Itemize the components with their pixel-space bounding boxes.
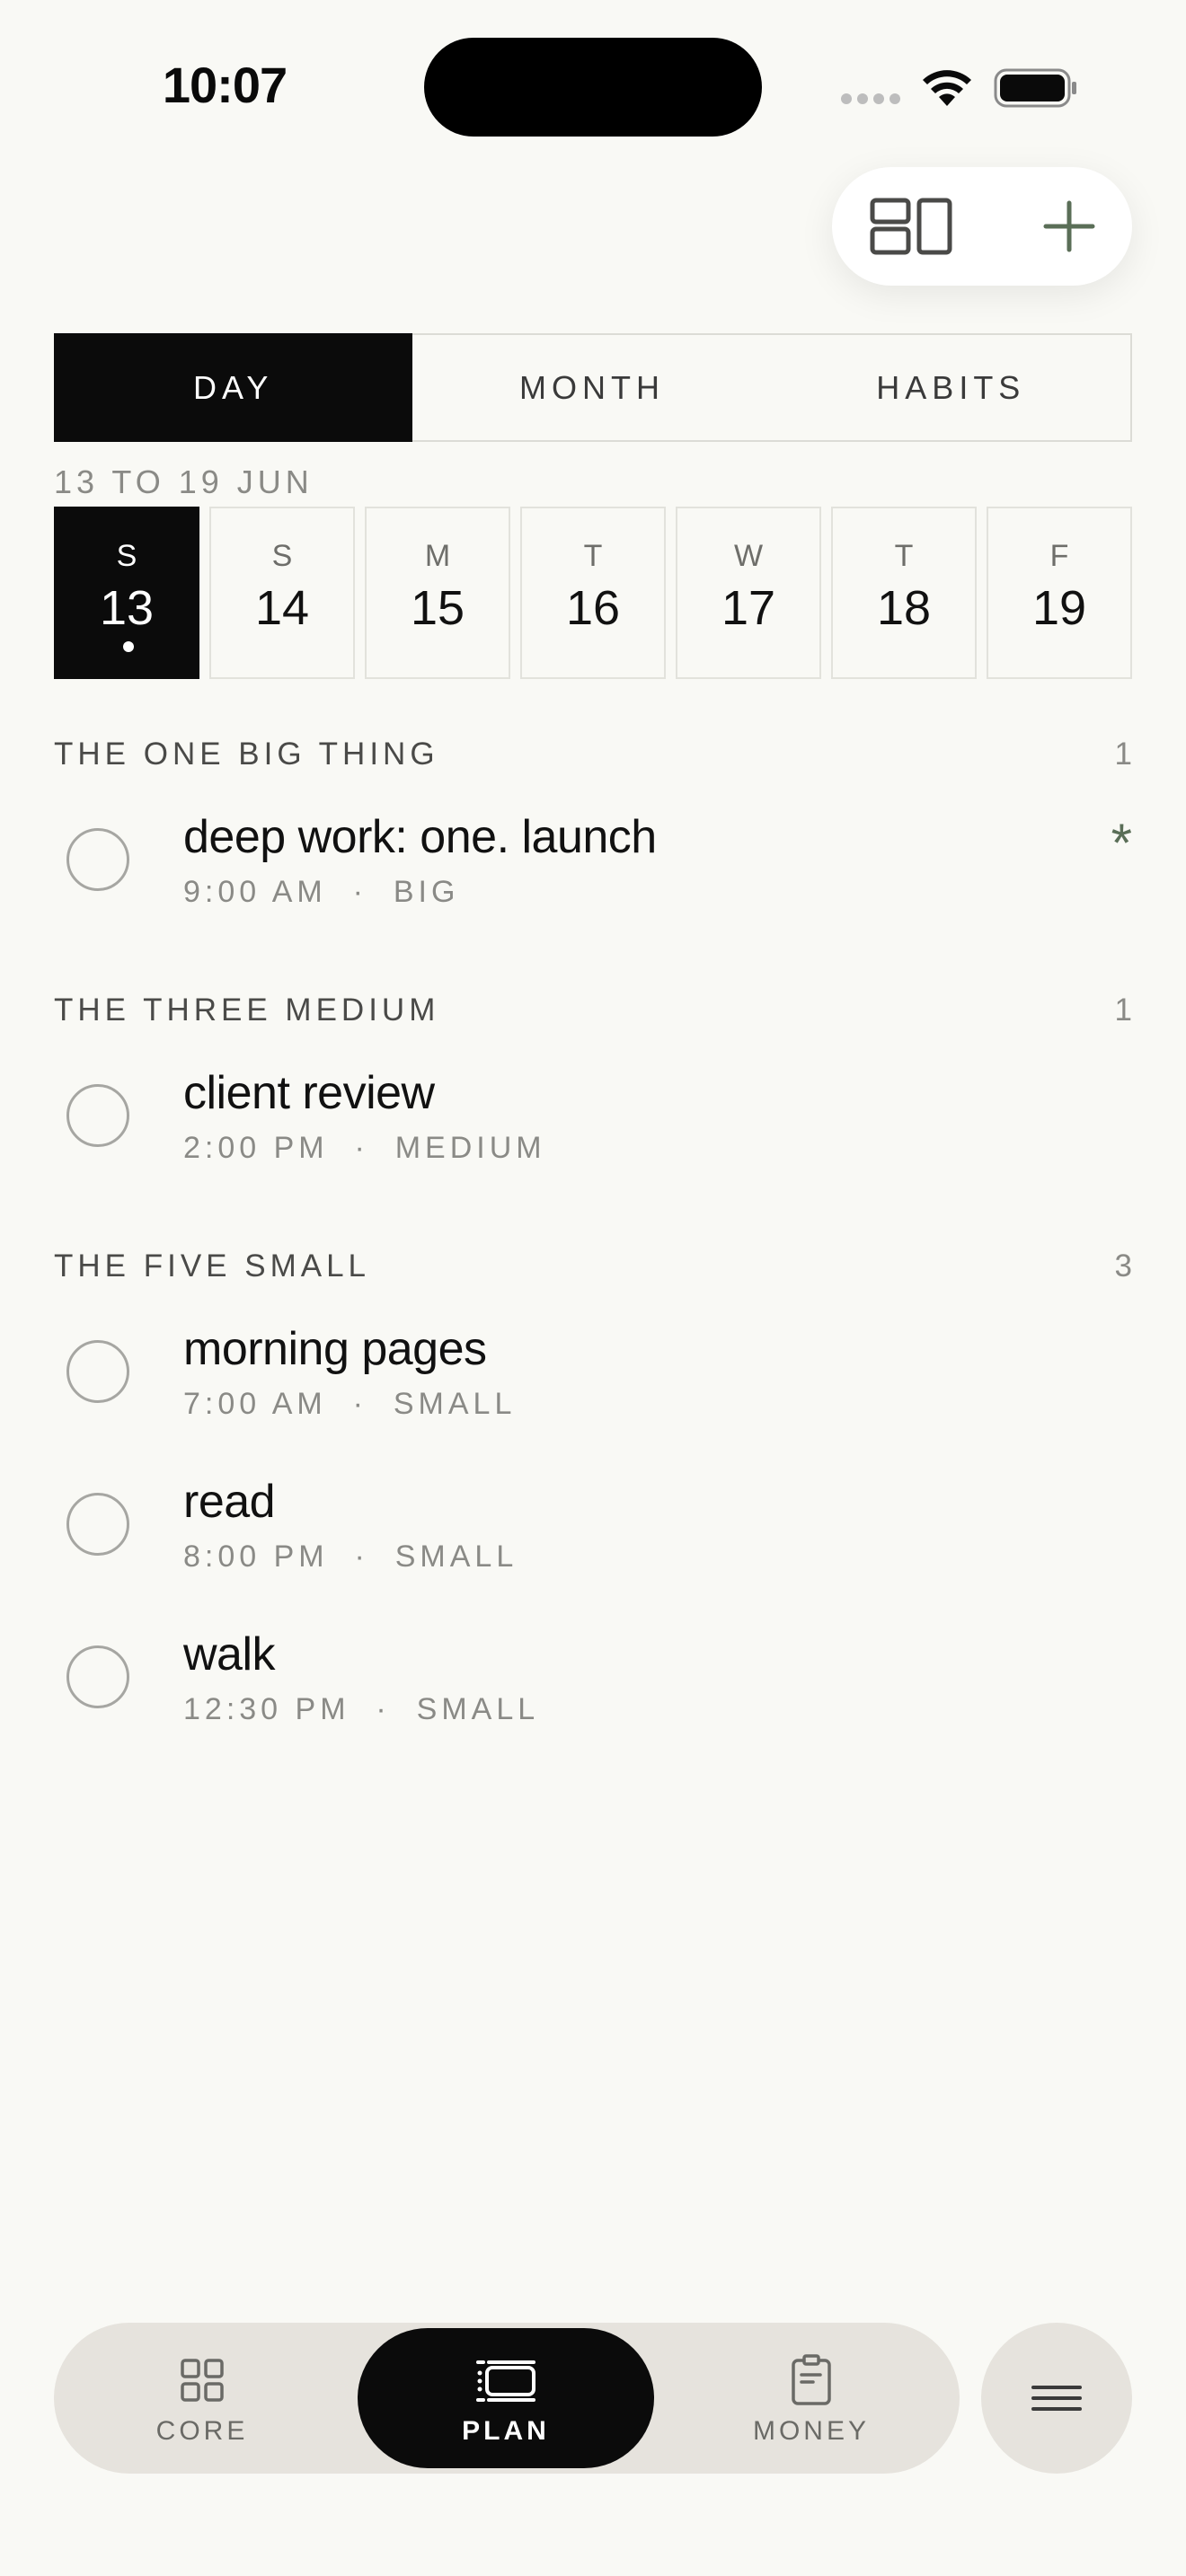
day-of-week: T	[583, 539, 603, 573]
task-item[interactable]: walk 12:30 PM · SMALL	[54, 1622, 1132, 1739]
task-meta: 9:00 AM · BIG	[183, 875, 459, 910]
task-checkbox[interactable]	[66, 1493, 129, 1556]
nav-label: MONEY	[752, 2416, 870, 2446]
day-number: 15	[410, 581, 465, 635]
day-of-week: S	[116, 539, 137, 573]
task-time: 8:00 PM	[183, 1539, 329, 1574]
day-17[interactable]: W 17	[676, 507, 821, 679]
day-number: 14	[254, 581, 310, 635]
meta-separator: ·	[350, 1692, 417, 1726]
section-header-small: THE FIVE SMALL 3	[54, 1248, 1132, 1284]
task-time: 9:00 AM	[183, 875, 327, 909]
week-range-label: 13 TO 19 JUN	[54, 463, 314, 500]
day-13[interactable]: S 13	[54, 507, 199, 679]
section-header-big: THE ONE BIG THING 1	[54, 737, 1132, 772]
task-item[interactable]: read 8:00 PM · SMALL	[54, 1469, 1132, 1586]
status-time: 10:07	[162, 57, 288, 113]
nav-label: PLAN	[462, 2416, 550, 2446]
priority-star-icon: *	[1111, 813, 1132, 873]
week-day-strip: S 13 S 14 M 15 T 16 W 17 T 18 F 19	[54, 507, 1132, 679]
section-title: THE ONE BIG THING	[54, 737, 439, 772]
task-item[interactable]: deep work: one. launch 9:00 AM · BIG *	[54, 805, 1132, 922]
task-title: read	[183, 1476, 276, 1528]
task-checkbox[interactable]	[66, 1340, 129, 1403]
section-count: 1	[1114, 992, 1132, 1028]
nav-label: CORE	[155, 2416, 249, 2446]
menu-button[interactable]	[981, 2323, 1132, 2474]
task-item[interactable]: client review 2:00 PM · MEDIUM	[54, 1061, 1132, 1178]
task-size: BIG	[393, 875, 460, 909]
day-of-week: W	[733, 539, 764, 573]
task-title: client review	[183, 1067, 435, 1119]
task-size: SMALL	[416, 1692, 540, 1726]
day-of-week: F	[1049, 539, 1069, 573]
task-meta: 8:00 PM · SMALL	[183, 1539, 518, 1575]
task-time: 12:30 PM	[183, 1692, 350, 1726]
nav-money[interactable]: MONEY	[663, 2323, 960, 2474]
day-15[interactable]: M 15	[365, 507, 510, 679]
layout-icon[interactable]	[870, 198, 952, 255]
grid-icon	[181, 2359, 224, 2402]
bottom-nav: CORE PLAN MONEY	[54, 2323, 960, 2474]
task-time: 2:00 PM	[183, 1131, 329, 1165]
tab-habits[interactable]: HABITS	[772, 335, 1130, 440]
task-title: walk	[183, 1628, 276, 1681]
day-16[interactable]: T 16	[520, 507, 666, 679]
day-19[interactable]: F 19	[987, 507, 1132, 679]
section-header-medium: THE THREE MEDIUM 1	[54, 992, 1132, 1028]
task-meta: 2:00 PM · MEDIUM	[183, 1131, 546, 1166]
task-meta: 7:00 AM · SMALL	[183, 1387, 516, 1422]
task-checkbox[interactable]	[66, 1645, 129, 1708]
task-size: SMALL	[393, 1387, 517, 1421]
day-18[interactable]: T 18	[831, 507, 977, 679]
day-of-week: S	[271, 539, 293, 573]
day-number: 18	[876, 581, 932, 635]
day-of-week: T	[894, 539, 914, 573]
day-number: 16	[565, 581, 621, 635]
task-checkbox[interactable]	[66, 828, 129, 891]
cellular-signal-icon	[841, 93, 900, 106]
today-indicator	[123, 641, 134, 652]
section-title: THE FIVE SMALL	[54, 1248, 371, 1284]
day-14[interactable]: S 14	[209, 507, 355, 679]
task-meta: 12:30 PM · SMALL	[183, 1692, 539, 1727]
menu-icon	[1031, 2386, 1082, 2411]
meta-separator: ·	[328, 1539, 395, 1574]
section-title: THE THREE MEDIUM	[54, 992, 440, 1028]
clipboard-icon	[792, 2354, 831, 2405]
task-title: deep work: one. launch	[183, 811, 657, 863]
add-button[interactable]	[1040, 198, 1098, 255]
meta-separator: ·	[326, 875, 394, 909]
day-number: 13	[99, 581, 155, 635]
section-count: 1	[1114, 737, 1132, 772]
task-item[interactable]: morning pages 7:00 AM · SMALL	[54, 1317, 1132, 1434]
wifi-icon	[923, 70, 971, 106]
day-number: 19	[1031, 581, 1087, 635]
day-of-week: M	[424, 539, 451, 573]
nav-core[interactable]: CORE	[54, 2323, 350, 2474]
meta-separator: ·	[328, 1131, 395, 1165]
task-size: SMALL	[394, 1539, 518, 1574]
nav-plan[interactable]: PLAN	[358, 2328, 654, 2468]
task-checkbox[interactable]	[66, 1084, 129, 1147]
task-time: 7:00 AM	[183, 1387, 327, 1421]
day-number: 17	[721, 581, 776, 635]
plan-icon	[476, 2360, 535, 2402]
view-tabs: DAY MONTH HABITS	[54, 333, 1132, 442]
quick-actions-pill	[832, 167, 1132, 286]
dynamic-island	[424, 38, 762, 137]
tab-day[interactable]: DAY	[54, 333, 413, 442]
battery-icon	[994, 68, 1076, 108]
meta-separator: ·	[326, 1387, 394, 1421]
task-title: morning pages	[183, 1323, 487, 1375]
section-count: 3	[1114, 1248, 1132, 1284]
task-size: MEDIUM	[394, 1131, 546, 1165]
tab-month[interactable]: MONTH	[412, 335, 771, 440]
